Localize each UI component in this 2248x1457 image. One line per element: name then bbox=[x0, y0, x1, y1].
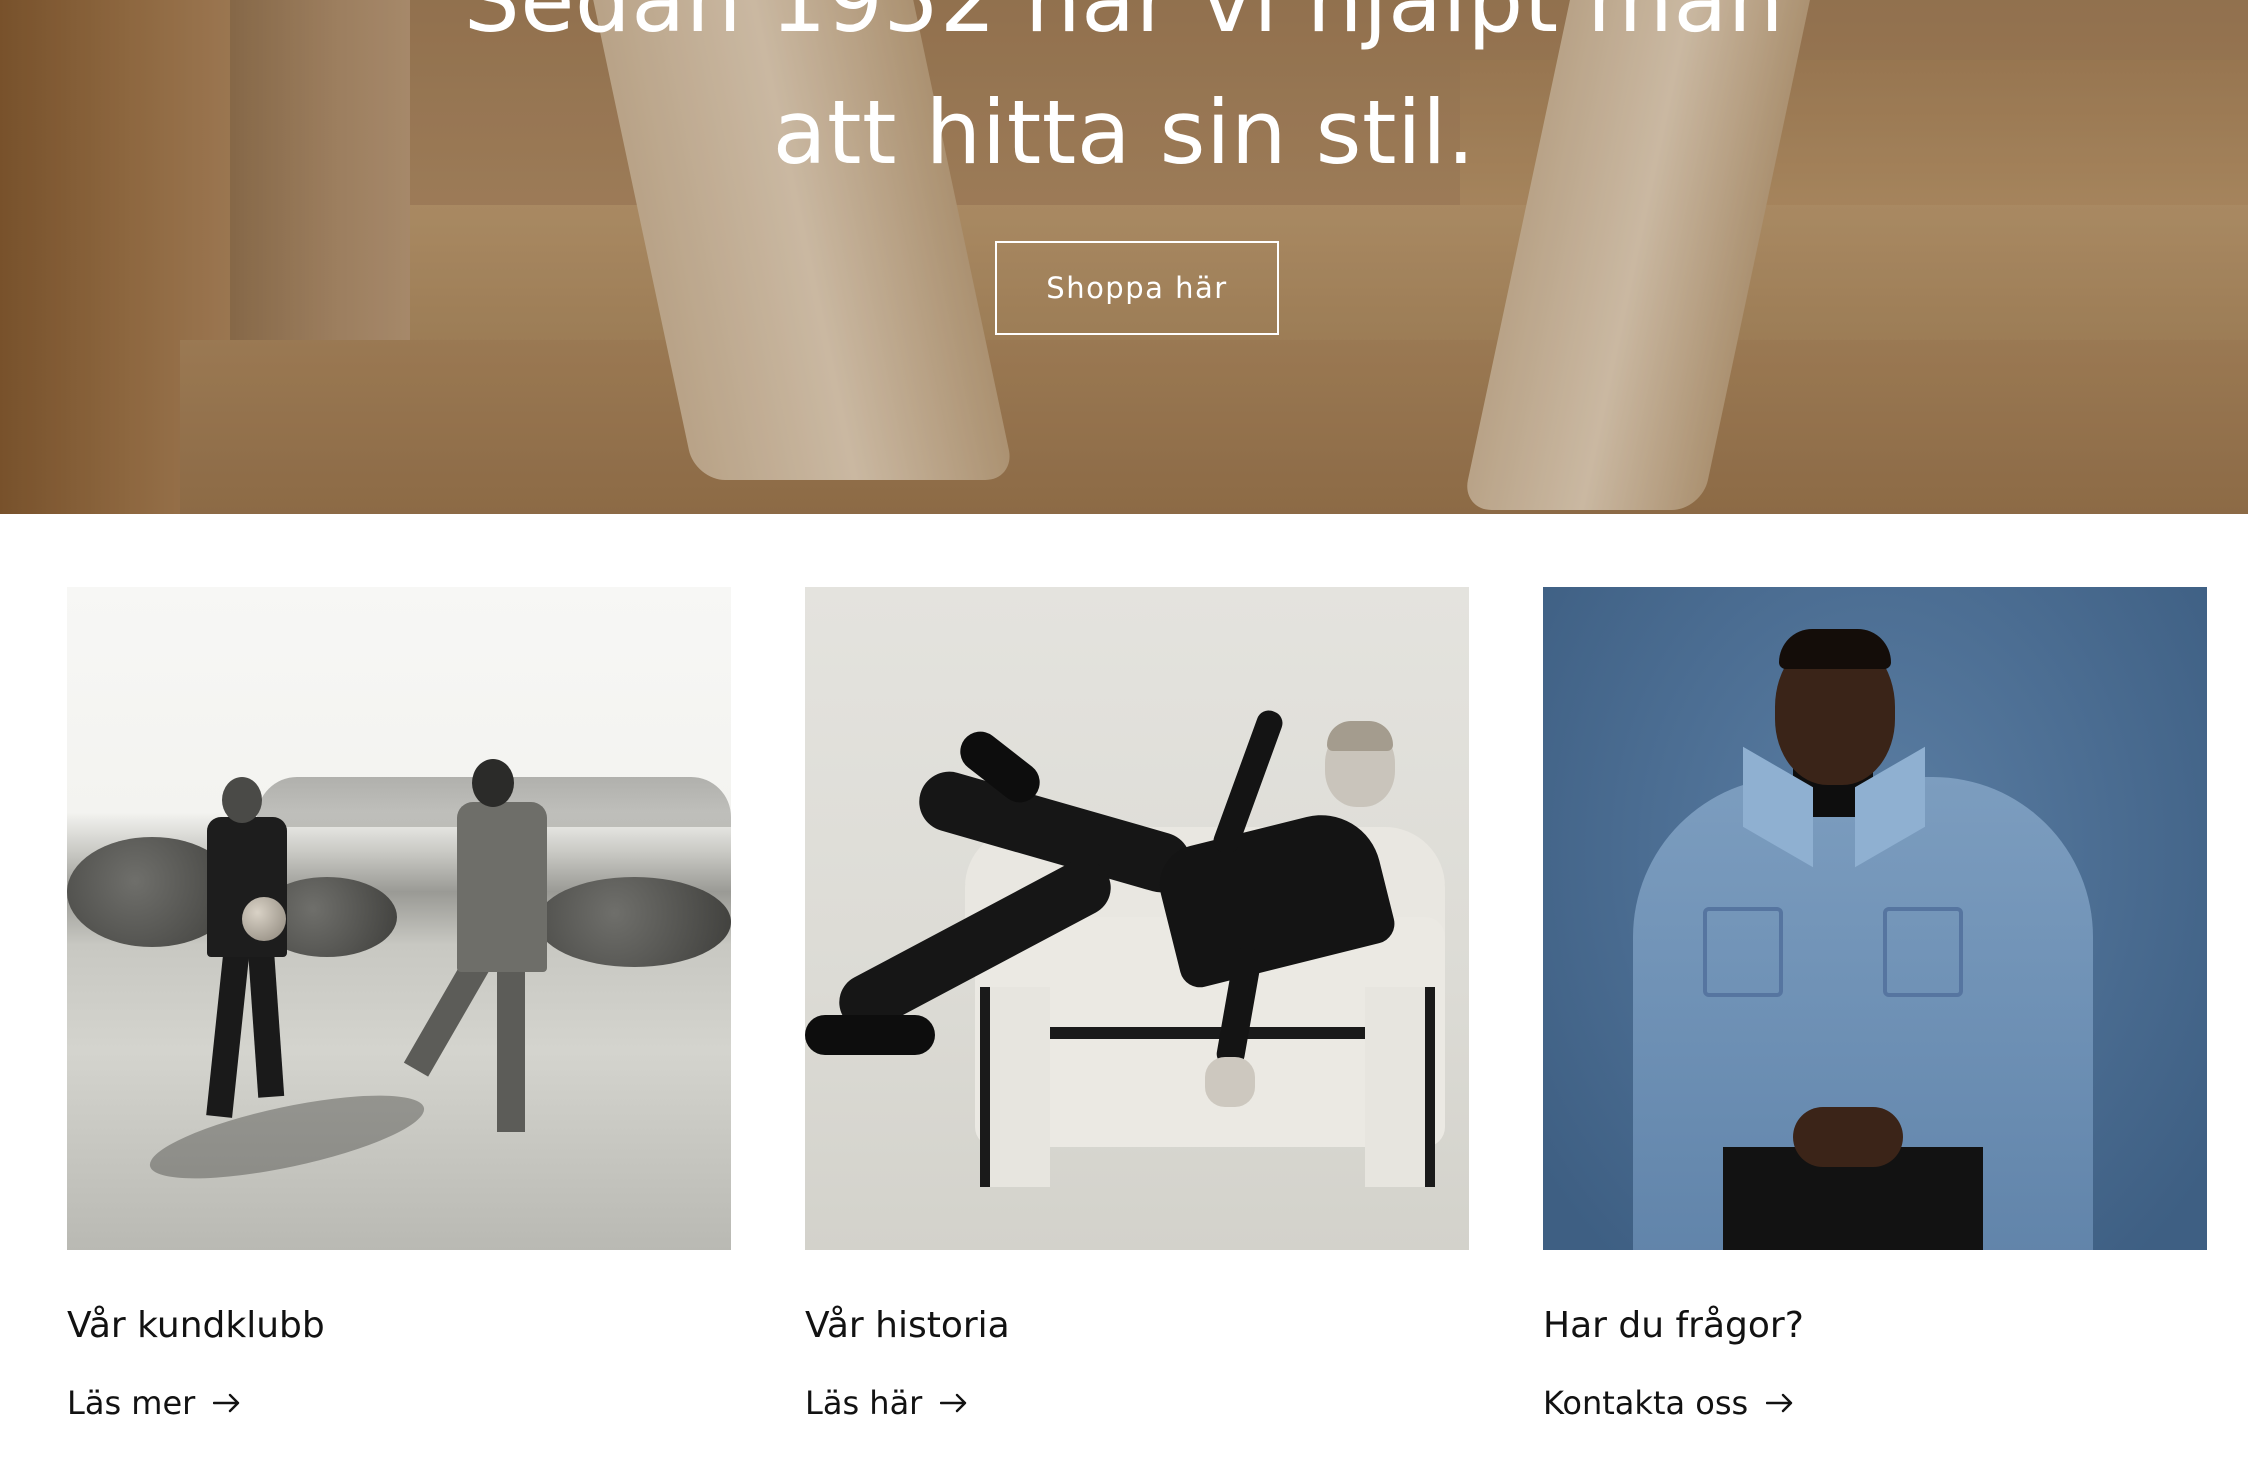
read-here-link[interactable]: Läs här bbox=[805, 1384, 968, 1422]
feature-cards: Vår kundklubb Läs mer Vår historia Läs h… bbox=[0, 514, 2248, 1457]
image-shadow bbox=[143, 1078, 431, 1196]
arrow-right-icon bbox=[940, 1393, 967, 1413]
contact-us-link[interactable]: Kontakta oss bbox=[1543, 1384, 1794, 1422]
card-image[interactable] bbox=[805, 587, 1469, 1250]
shop-button[interactable]: Shoppa här bbox=[995, 241, 1279, 335]
hero-title: Sedan 1952 har vi hjälpt män att hitta s… bbox=[463, 0, 1785, 184]
image-person bbox=[222, 777, 262, 823]
card-link-label: Kontakta oss bbox=[1543, 1384, 1749, 1422]
card-title: Vår kundklubb bbox=[67, 1305, 325, 1346]
image-person bbox=[472, 759, 514, 807]
image-person bbox=[805, 1015, 935, 1055]
image-person bbox=[1327, 721, 1393, 751]
hero-banner: Sedan 1952 har vi hjälpt män att hitta s… bbox=[0, 0, 2248, 514]
card-image[interactable] bbox=[1543, 587, 2207, 1250]
card-customer-club: Vår kundklubb Läs mer bbox=[67, 587, 731, 1422]
arrow-right-icon bbox=[1766, 1393, 1793, 1413]
arrow-right-icon bbox=[213, 1393, 240, 1413]
image-ball bbox=[242, 897, 286, 941]
image-person bbox=[206, 946, 250, 1118]
card-link-label: Läs här bbox=[805, 1384, 923, 1422]
card-contact: Har du frågor? Kontakta oss bbox=[1543, 587, 2207, 1422]
image-person bbox=[1883, 907, 1963, 997]
image-person bbox=[1205, 1057, 1255, 1107]
image-bush bbox=[537, 877, 731, 967]
image-person bbox=[497, 962, 525, 1132]
image-person bbox=[1793, 1107, 1903, 1167]
image-person bbox=[247, 946, 285, 1098]
image-person bbox=[1779, 629, 1891, 669]
card-link-label: Läs mer bbox=[67, 1384, 196, 1422]
image-chair bbox=[980, 987, 1050, 1187]
image-chair bbox=[1365, 987, 1435, 1187]
card-image[interactable] bbox=[67, 587, 731, 1250]
image-person bbox=[457, 802, 547, 972]
card-history: Vår historia Läs här bbox=[805, 587, 1469, 1422]
card-title: Har du frågor? bbox=[1543, 1305, 1804, 1346]
image-person bbox=[1703, 907, 1783, 997]
read-more-link[interactable]: Läs mer bbox=[67, 1384, 241, 1422]
card-title: Vår historia bbox=[805, 1305, 1010, 1346]
